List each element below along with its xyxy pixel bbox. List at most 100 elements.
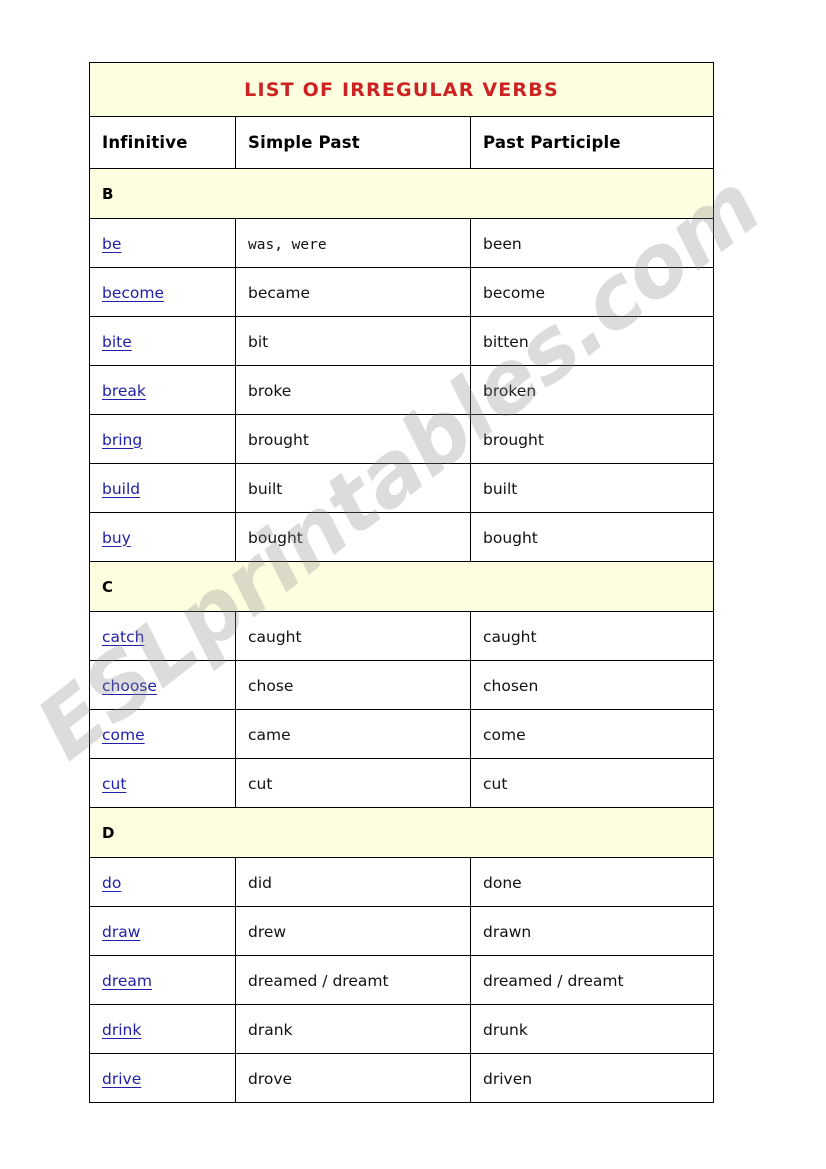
table-row: buy bought bought [89, 512, 714, 562]
table-row: drink drank drunk [89, 1004, 714, 1054]
verb-link[interactable]: do [102, 874, 121, 892]
cell-infinitive: catch [89, 611, 236, 661]
cell-simple-past: drove [235, 1053, 471, 1103]
verb-link[interactable]: bring [102, 431, 142, 449]
cell-past-participle: broken [470, 365, 714, 415]
simple-past-text: broke [248, 381, 292, 400]
column-header-label: Simple Past [248, 133, 360, 152]
table-row: become became become [89, 267, 714, 317]
cell-past-participle: been [470, 218, 714, 268]
cell-past-participle: drawn [470, 906, 714, 956]
cell-infinitive: be [89, 218, 236, 268]
cell-infinitive: drive [89, 1053, 236, 1103]
past-participle-text: broken [483, 381, 537, 400]
cell-past-participle: become [470, 267, 714, 317]
cell-past-participle: built [470, 463, 714, 513]
past-participle-text: built [483, 479, 518, 498]
verb-link[interactable]: bite [102, 333, 132, 351]
simple-past-text: was, were [248, 236, 327, 253]
cell-past-participle: cut [470, 758, 714, 808]
simple-past-text: dreamed / dreamt [248, 971, 389, 990]
simple-past-text: caught [248, 627, 302, 646]
verb-link[interactable]: catch [102, 628, 144, 646]
past-participle-text: dreamed / dreamt [483, 971, 624, 990]
simple-past-text: did [248, 873, 272, 892]
table-row: bring brought brought [89, 414, 714, 464]
cell-simple-past: built [235, 463, 471, 513]
past-participle-text: become [483, 283, 546, 302]
verb-link[interactable]: become [102, 284, 164, 302]
verb-link[interactable]: break [102, 382, 146, 400]
cell-infinitive: do [89, 857, 236, 907]
title-row: LIST OF IRREGULAR VERBS [89, 62, 714, 117]
section-letter: C [102, 578, 114, 596]
cell-past-participle: done [470, 857, 714, 907]
table-row: draw drew drawn [89, 906, 714, 956]
table-row: choose chose chosen [89, 660, 714, 710]
simple-past-text: built [248, 479, 283, 498]
table-row: dream dreamed / dreamt dreamed / dreamt [89, 955, 714, 1005]
cell-infinitive: dream [89, 955, 236, 1005]
verb-link[interactable]: buy [102, 529, 131, 547]
cell-infinitive: draw [89, 906, 236, 956]
cell-infinitive: build [89, 463, 236, 513]
past-participle-text: drunk [483, 1020, 528, 1039]
past-participle-text: caught [483, 627, 537, 646]
table-row: break broke broken [89, 365, 714, 415]
table-row: drive drove driven [89, 1053, 714, 1103]
past-participle-text: done [483, 873, 522, 892]
table-row: do did done [89, 857, 714, 907]
page-title: LIST OF IRREGULAR VERBS [244, 78, 559, 101]
simple-past-text: drew [248, 922, 287, 941]
past-participle-text: bought [483, 528, 538, 547]
verb-link[interactable]: choose [102, 677, 157, 695]
table-row: build built built [89, 463, 714, 513]
simple-past-text: came [248, 725, 291, 744]
verb-link[interactable]: cut [102, 775, 126, 793]
cell-past-participle: brought [470, 414, 714, 464]
irregular-verbs-worksheet: LIST OF IRREGULAR VERBS Infinitive Simpl… [89, 62, 714, 1103]
cell-past-participle: driven [470, 1053, 714, 1103]
cell-simple-past: broke [235, 365, 471, 415]
cell-simple-past: became [235, 267, 471, 317]
cell-past-participle: dreamed / dreamt [470, 955, 714, 1005]
column-header-label: Infinitive [102, 133, 188, 152]
verb-link[interactable]: be [102, 235, 121, 253]
section-letter: D [102, 824, 115, 842]
section-letter: B [102, 185, 114, 203]
cell-infinitive: cut [89, 758, 236, 808]
past-participle-text: bitten [483, 332, 529, 351]
cell-past-participle: drunk [470, 1004, 714, 1054]
past-participle-text: cut [483, 774, 508, 793]
cell-infinitive: bite [89, 316, 236, 366]
cell-simple-past: did [235, 857, 471, 907]
cell-simple-past: drew [235, 906, 471, 956]
cell-infinitive: drink [89, 1004, 236, 1054]
cell-simple-past: drank [235, 1004, 471, 1054]
cell-past-participle: bitten [470, 316, 714, 366]
section-letter-cell: D [89, 807, 714, 858]
section-letter-cell: B [89, 168, 714, 219]
section-letter-cell: C [89, 561, 714, 612]
past-participle-text: been [483, 234, 522, 253]
cell-infinitive: bring [89, 414, 236, 464]
cell-infinitive: break [89, 365, 236, 415]
verb-link[interactable]: drive [102, 1070, 141, 1088]
verb-link[interactable]: draw [102, 923, 140, 941]
cell-simple-past: bought [235, 512, 471, 562]
title-cell: LIST OF IRREGULAR VERBS [89, 62, 714, 117]
table-row: cut cut cut [89, 758, 714, 808]
verb-link[interactable]: come [102, 726, 145, 744]
cell-simple-past: bit [235, 316, 471, 366]
cell-infinitive: buy [89, 512, 236, 562]
cell-past-participle: bought [470, 512, 714, 562]
verb-link[interactable]: dream [102, 972, 152, 990]
cell-infinitive: become [89, 267, 236, 317]
past-participle-text: chosen [483, 676, 539, 695]
verb-link[interactable]: build [102, 480, 140, 498]
verb-link[interactable]: drink [102, 1021, 141, 1039]
past-participle-text: drawn [483, 922, 532, 941]
cell-past-participle: caught [470, 611, 714, 661]
cell-past-participle: come [470, 709, 714, 759]
past-participle-text: brought [483, 430, 544, 449]
